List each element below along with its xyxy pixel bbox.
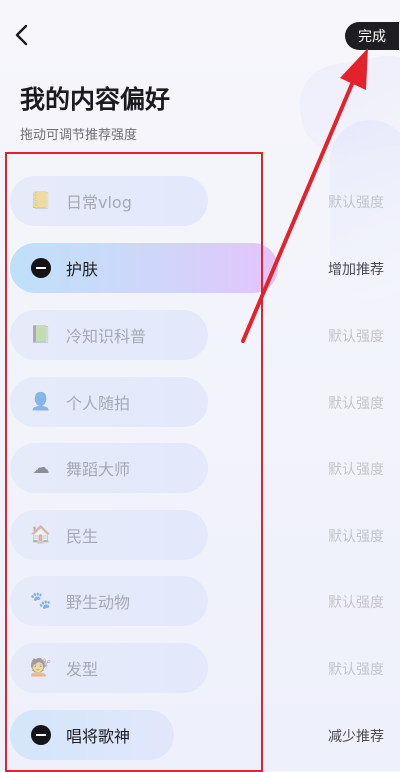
cloud-icon: ☁ [32, 458, 50, 478]
strength-label: 默认强度 [328, 595, 384, 611]
topic-pill-daily-vlog[interactable]: 📒 日常vlog [10, 176, 208, 226]
topic-row: ☁ 舞蹈大师 默认强度 [0, 439, 400, 497]
hair-icon: 💇 [30, 658, 52, 678]
topic-row: 📒 日常vlog 默认强度 [0, 172, 400, 230]
book-icon: 📗 [30, 325, 52, 345]
chevron-left-icon [15, 24, 28, 46]
topic-label: 日常vlog [66, 193, 132, 212]
topic-label: 个人随拍 [66, 394, 131, 413]
topic-row: 🏠 民生 默认强度 [0, 506, 400, 564]
topic-label: 民生 [66, 527, 99, 546]
topic-row: 护肤 增加推荐 [0, 239, 400, 297]
topic-label: 野生动物 [66, 593, 131, 612]
minus-circle-icon[interactable] [30, 724, 52, 746]
strength-label: 默认强度 [328, 462, 384, 478]
topic-row: 📗 冷知识科普 默认强度 [0, 306, 400, 364]
strength-label: 减少推荐 [328, 729, 384, 745]
topic-pill-livelihood[interactable]: 🏠 民生 [10, 510, 208, 560]
topic-pill-dance-master[interactable]: ☁ 舞蹈大师 [10, 443, 208, 493]
topic-pill-personal-snaps[interactable]: 👤 个人随拍 [10, 377, 208, 427]
strength-label: 增加推荐 [328, 262, 384, 278]
strength-label: 默认强度 [328, 662, 384, 678]
animal-icon: 🐾 [30, 591, 52, 611]
notebook-icon: 📒 [30, 191, 52, 211]
topic-pill-trivia-science[interactable]: 📗 冷知识科普 [10, 310, 208, 360]
minus-circle-icon[interactable] [30, 257, 52, 279]
topic-label: 冷知识科普 [66, 327, 147, 346]
topic-row: 💇 发型 默认强度 [0, 639, 400, 697]
topic-pill-singing-stars[interactable]: 唱将歌神 [10, 710, 174, 760]
strength-label: 默认强度 [328, 529, 384, 545]
strength-label: 默认强度 [328, 396, 384, 412]
house-icon: 🏠 [30, 525, 52, 545]
back-button[interactable] [8, 18, 36, 52]
strength-label: 默认强度 [328, 195, 384, 211]
topic-label: 发型 [66, 660, 99, 679]
topic-row: 🐾 野生动物 默认强度 [0, 572, 400, 630]
topic-label: 护肤 [66, 260, 99, 279]
page-title: 我的内容偏好 [20, 85, 171, 114]
topic-row: 👤 个人随拍 默认强度 [0, 373, 400, 431]
page-subtitle: 拖动可调节推荐强度 [20, 128, 138, 143]
topic-pill-wildlife[interactable]: 🐾 野生动物 [10, 576, 208, 626]
topic-pill-skincare[interactable]: 护肤 [10, 243, 278, 293]
done-button[interactable]: 完成 [345, 22, 399, 50]
strength-label: 默认强度 [328, 329, 384, 345]
topic-label: 舞蹈大师 [66, 460, 131, 479]
topic-pill-hairstyle[interactable]: 💇 发型 [10, 643, 208, 693]
topic-label: 唱将歌神 [66, 727, 131, 746]
person-icon: 👤 [30, 392, 52, 412]
topic-row: 唱将歌神 减少推荐 [0, 706, 400, 764]
